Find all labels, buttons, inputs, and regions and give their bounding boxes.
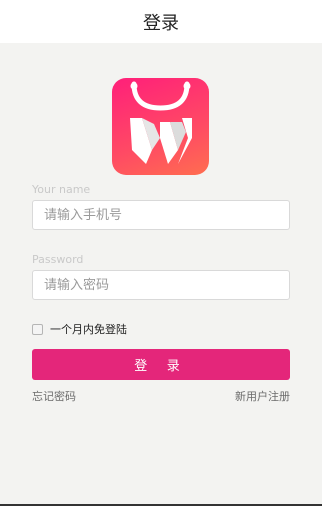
header-bar: 登录: [0, 0, 322, 43]
remember-me-label: 一个月内免登陆: [50, 323, 127, 336]
remember-me-checkbox[interactable]: [32, 323, 43, 335]
remember-me-row[interactable]: 一个月内免登陆: [32, 321, 127, 337]
login-button[interactable]: 登 录: [32, 349, 290, 380]
forgot-password-link[interactable]: 忘记密码: [32, 388, 76, 404]
phone-input[interactable]: [32, 200, 290, 230]
password-label: Password: [32, 253, 84, 266]
app-logo-icon: [112, 78, 209, 175]
page-title: 登录: [143, 12, 179, 34]
password-input[interactable]: [32, 270, 290, 300]
name-label: Your name: [32, 183, 91, 196]
register-link[interactable]: 新用户注册: [235, 388, 290, 404]
